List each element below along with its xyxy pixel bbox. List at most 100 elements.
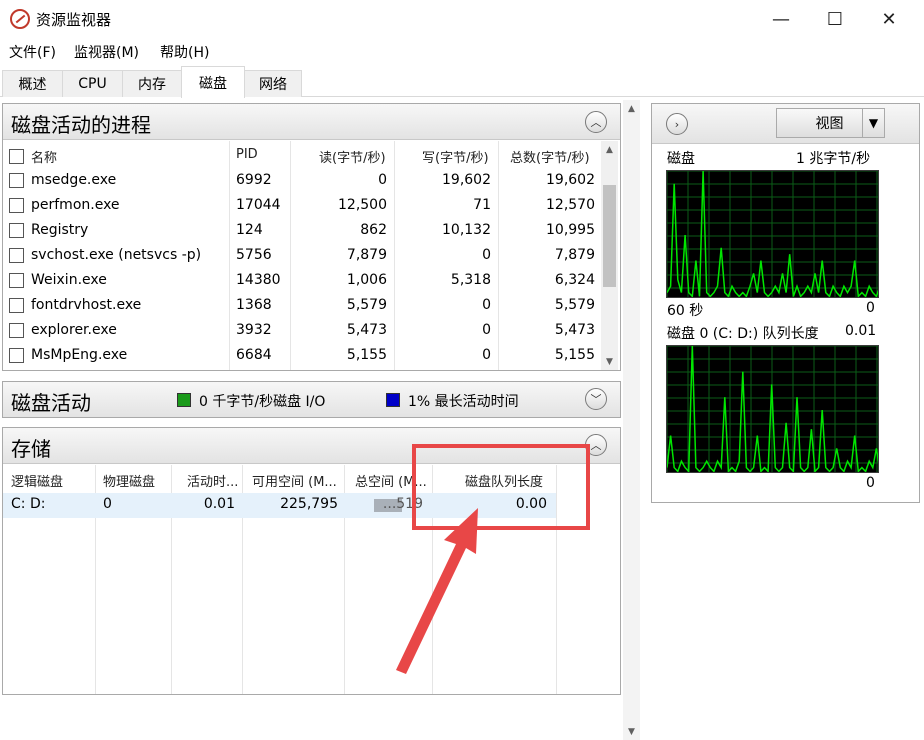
menu-file[interactable]: 文件(F) [9,42,56,62]
cell-write: 19,602 [442,172,491,188]
scroll-down-arrow-icon[interactable]: ▼ [623,723,640,740]
cell-available-space: 225,795 [280,496,338,512]
cell-read: 7,879 [346,247,387,263]
col-total[interactable]: 总数(字节/秒) [510,141,590,169]
tab-cpu[interactable]: CPU [62,70,123,97]
scroll-down-arrow-icon[interactable]: ▼ [601,353,618,370]
tab-overview[interactable]: 概述 [2,70,63,97]
select-all-checkbox[interactable] [9,149,24,164]
panel-title: 磁盘活动的进程 [11,113,151,137]
cell-name: Registry [31,222,89,238]
graph1-scale: 1 兆字节/秒 [796,151,871,167]
graph1-time-label: 60 秒 [667,303,704,319]
cell-write: 0 [482,347,491,363]
col-read[interactable]: 读(字节/秒) [319,141,386,169]
graph2-title: 磁盘 0 (C: D:) 队列长度 [667,326,819,342]
title-bar: 资源监视器 — ☐ ✕ [0,0,924,38]
cell-total: 5,155 [554,347,595,363]
cell-pid: 3932 [236,322,272,338]
collapse-chevron-up-icon[interactable]: ︿ [585,111,607,133]
maximize-button[interactable]: ☐ [808,0,862,38]
cell-pid: 6992 [236,172,272,188]
resource-monitor-icon [10,9,30,29]
cell-active-time: 0.01 [203,496,235,512]
menu-monitor[interactable]: 监视器(M) [74,42,139,62]
scroll-up-arrow-icon[interactable]: ▲ [601,141,618,158]
cell-pid: 1368 [236,297,272,313]
col-available-space[interactable]: 可用空间 (M... [252,465,337,493]
row-checkbox[interactable] [9,248,24,263]
cell-name: explorer.exe [31,322,117,338]
cell-logical-disk: C: D: [11,496,46,512]
window-title: 资源监视器 [36,11,112,29]
table-row[interactable]: MsMpEng.exe 6684 5,155 0 5,155 [3,344,601,369]
menu-help[interactable]: 帮助(H) [160,42,209,62]
col-name[interactable]: 名称 [31,141,57,169]
expand-chevron-down-icon[interactable]: ﹀ [585,388,607,410]
queue-length-graph-svg [667,346,878,472]
active-time-legend-swatch [386,393,400,407]
cell-read: 5,155 [346,347,387,363]
cell-read: 5,473 [346,322,387,338]
disk-throughput-graph [666,170,879,298]
cell-name: fontdrvhost.exe [31,297,142,313]
table-row[interactable]: perfmon.exe 17044 12,500 71 12,570 [3,194,601,219]
cell-name: svchost.exe (netsvcs -p) [31,247,202,263]
cell-total: 6,324 [554,272,595,288]
table-row[interactable]: svchost.exe (netsvcs -p) 5756 7,879 0 7,879 [3,244,601,269]
tab-network[interactable]: 网络 [244,70,302,97]
col-pid[interactable]: PID [236,141,258,169]
cell-total: 12,570 [546,197,595,213]
scroll-thumb[interactable] [603,185,616,287]
activity-trace [667,171,878,297]
minimize-button[interactable]: — [754,0,808,38]
row-checkbox[interactable] [9,348,24,363]
cell-name: MsMpEng.exe [31,347,128,363]
graph-panel-header: › 视图 ▼ [652,104,919,144]
row-checkbox[interactable] [9,173,24,188]
main-scrollbar[interactable]: ▲ ▼ [623,100,640,740]
queue-length-graph [666,345,879,473]
disk-activity-header[interactable]: 磁盘活动 0 千字节/秒磁盘 I/O 1% 最长活动时间 ﹀ [3,382,620,417]
graph-panel: › 视图 ▼ 磁盘 1 兆字节/秒 60 秒 0 磁盘 0 (C: D:) 队列… [651,103,920,503]
cell-read: 5,579 [346,297,387,313]
cell-read: 0 [378,172,387,188]
row-checkbox[interactable] [9,298,24,313]
view-dropdown-arrow-icon[interactable]: ▼ [862,108,885,138]
disk-activity-panel[interactable]: 磁盘活动 0 千字节/秒磁盘 I/O 1% 最长活动时间 ﹀ [2,381,621,418]
cell-pid: 17044 [236,197,281,213]
io-legend-swatch [177,393,191,407]
scroll-up-arrow-icon[interactable]: ▲ [623,100,640,117]
cell-pid: 124 [236,222,263,238]
active-time-legend-text: 1% 最长活动时间 [408,394,519,410]
table-row[interactable]: msedge.exe 6992 0 19,602 19,602 [3,169,601,194]
row-checkbox[interactable] [9,273,24,288]
tab-memory[interactable]: 内存 [122,70,182,97]
annotation-arrow-icon [396,508,478,674]
col-active-time[interactable]: 活动时... [187,465,238,493]
row-checkbox[interactable] [9,223,24,238]
io-legend-text: 0 千字节/秒磁盘 I/O [199,394,326,410]
row-checkbox[interactable] [9,323,24,338]
menu-bar: 文件(F) 监视器(M) 帮助(H) [0,38,924,64]
table-row[interactable]: Weixin.exe 14380 1,006 5,318 6,324 [3,269,601,294]
disk-throughput-graph-svg [667,171,878,297]
col-write[interactable]: 写(字节/秒) [422,141,489,169]
process-scrollbar[interactable]: ▲ ▼ [601,141,618,370]
cell-total: 10,995 [546,222,595,238]
process-table: 名称 PID 读(字节/秒) 写(字节/秒) 总数(字节/秒) msedge.e… [3,141,601,370]
col-logical-disk[interactable]: 逻辑磁盘 [11,465,63,493]
table-row[interactable]: explorer.exe 3932 5,473 0 5,473 [3,319,601,344]
disk-processes-header[interactable]: 磁盘活动的进程 ︿ [3,104,620,140]
table-row[interactable]: fontdrvhost.exe 1368 5,579 0 5,579 [3,294,601,319]
disk-processes-panel: 磁盘活动的进程 ︿ 名称 PID 读(字节/秒) 写(字节/秒) 总数(字节/秒… [2,103,621,371]
col-physical-disk[interactable]: 物理磁盘 [103,465,155,493]
activity-trace [667,346,878,472]
row-checkbox[interactable] [9,198,24,213]
cell-write: 0 [482,322,491,338]
cell-total: 7,879 [554,247,595,263]
close-button[interactable]: ✕ [862,0,916,38]
expand-chevron-right-icon[interactable]: › [666,113,688,135]
tab-disk[interactable]: 磁盘 [181,66,245,98]
table-row[interactable]: Registry 124 862 10,132 10,995 [3,219,601,244]
